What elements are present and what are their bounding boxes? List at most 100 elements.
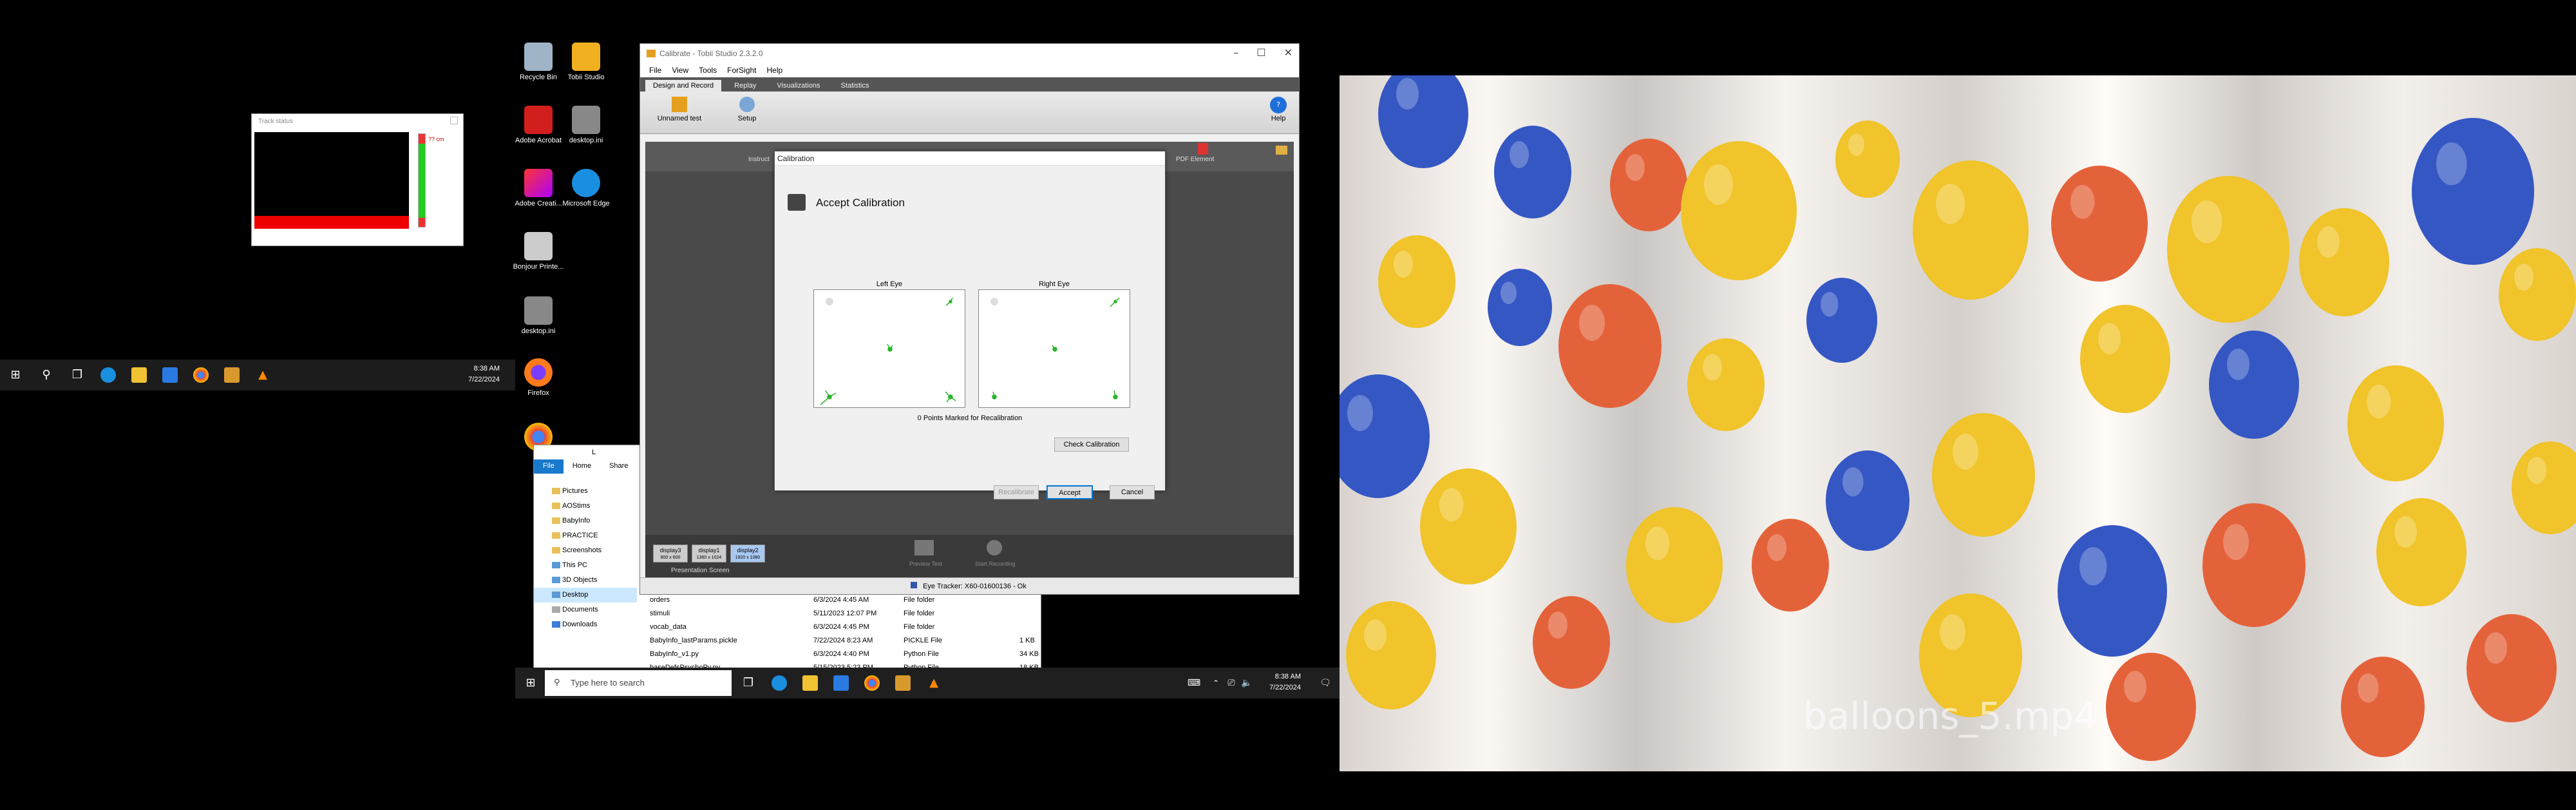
desktop-icon-recycle-bin[interactable]: Recycle Bin <box>513 43 564 82</box>
desktop-icon-creative-cloud[interactable]: Adobe Creati... <box>513 169 564 208</box>
menu-forsight[interactable]: ForSight <box>727 66 756 75</box>
accept-button[interactable]: Accept <box>1046 485 1093 499</box>
balloon <box>2058 525 2167 657</box>
tobii-taskbar-icon[interactable] <box>895 675 911 691</box>
lock-icon[interactable] <box>1276 146 1287 155</box>
nav-item-this-pc[interactable]: This PC <box>534 558 637 573</box>
pdf-element[interactable]: PDF Element <box>1176 156 1214 163</box>
minimize-icon[interactable]: – <box>1233 46 1238 59</box>
left-eye-label: Left Eye <box>876 280 903 288</box>
monitor-icon <box>788 194 806 211</box>
mail-icon[interactable] <box>833 675 849 691</box>
tab-replay[interactable]: Replay <box>726 80 764 92</box>
menu-help[interactable]: Help <box>767 66 783 75</box>
task-view-icon[interactable]: ❐ <box>70 367 85 383</box>
windows-start-icon[interactable]: ⊞ <box>8 367 23 383</box>
chrome-icon[interactable] <box>193 367 209 383</box>
balloon <box>1420 468 1517 584</box>
tab-share[interactable]: Share <box>600 459 637 474</box>
desktop-icon-edge[interactable]: Microsoft Edge <box>560 169 612 208</box>
nav-item-pictures[interactable]: Pictures <box>534 484 637 499</box>
tab-file[interactable]: File <box>534 459 564 474</box>
balloon <box>1687 338 1765 431</box>
edge-icon[interactable] <box>100 367 116 383</box>
tray-chevron-icon[interactable]: ⌃ <box>1208 675 1224 691</box>
desktop-icon-desktop-ini-2[interactable]: desktop.ini <box>513 296 564 336</box>
nav-item-3d-objects[interactable]: 3D Objects <box>534 573 637 588</box>
volume-icon[interactable]: 🔈 <box>1239 675 1255 691</box>
windows-start-icon[interactable]: ⊞ <box>523 675 538 691</box>
keyboard-icon[interactable]: ⌨ <box>1186 675 1202 691</box>
tab-visualizations[interactable]: Visualizations <box>769 80 828 92</box>
nav-item-downloads[interactable]: Downloads <box>534 617 637 632</box>
balloon <box>2512 441 2576 534</box>
task-view-icon[interactable]: ❐ <box>741 675 756 691</box>
preview-icon[interactable] <box>914 540 934 555</box>
search-placeholder: Type here to search <box>571 678 645 688</box>
search-icon[interactable]: ⚲ <box>39 367 54 383</box>
file-explorer-icon[interactable] <box>802 675 818 691</box>
desktop-icon-desktop-ini[interactable]: desktop.ini <box>560 106 612 145</box>
nav-item-documents[interactable]: Documents <box>534 603 637 617</box>
notifications-icon[interactable]: 🗨 <box>1318 675 1333 691</box>
display-thumb-1[interactable]: display3 800 x 600 <box>653 545 688 563</box>
vlc-icon[interactable]: ▲ <box>255 367 270 383</box>
help-button[interactable]: ? Help <box>1267 97 1290 122</box>
window-title-bar[interactable]: Calibrate - Tobii Studio 2.3.2.0 <box>640 44 1299 63</box>
setup-button[interactable]: Setup <box>734 97 760 122</box>
right-eye-calibration-points <box>990 297 1120 400</box>
start-recording-label[interactable]: Start Recording <box>975 561 1016 567</box>
network-icon[interactable]: ⎚ <box>1224 675 1239 691</box>
instruction-element[interactable]: Instruct <box>748 156 770 163</box>
mail-icon[interactable] <box>162 367 178 383</box>
nav-item-desktop[interactable]: Desktop <box>534 588 637 603</box>
balloon <box>1494 126 1571 218</box>
balloon <box>1346 601 1436 709</box>
close-icon[interactable] <box>450 117 458 124</box>
maximize-icon[interactable]: ☐ <box>1256 46 1265 59</box>
desktop-icon-firefox[interactable]: Firefox <box>513 358 564 398</box>
record-icon[interactable] <box>987 540 1002 555</box>
chrome-icon[interactable] <box>864 675 880 691</box>
tab-design-and-record[interactable]: Design and Record <box>645 80 722 92</box>
right-eye-plot[interactable] <box>978 289 1130 408</box>
nav-item-babyinfo[interactable]: BabyInfo <box>534 514 637 528</box>
file-row[interactable]: orders 6/3/2024 4:45 AM File folder <box>650 593 1041 607</box>
balloon <box>1932 413 2035 537</box>
menu-tools[interactable]: Tools <box>699 66 717 75</box>
desktop-icon-tobii-studio[interactable]: Tobii Studio <box>560 43 612 82</box>
tab-home[interactable]: Home <box>564 459 600 474</box>
desktop-icon-acrobat[interactable]: Adobe Acrobat <box>513 106 564 145</box>
tab-statistics[interactable]: Statistics <box>833 80 876 92</box>
tobii-taskbar-icon[interactable] <box>224 367 240 383</box>
desktop-icon-bonjour[interactable]: Bonjour Printe... <box>513 232 564 271</box>
menu-file[interactable]: File <box>649 66 661 75</box>
recalibrate-button[interactable]: Recalibrate <box>994 485 1039 499</box>
vlc-icon[interactable]: ▲ <box>926 675 942 691</box>
file-row[interactable]: BabyInfo_v1.py 6/3/2024 4:40 PM Python Fil… <box>650 648 1041 661</box>
file-row[interactable]: stimuli 5/11/2023 12:07 PM File folder <box>650 607 1041 621</box>
menu-view[interactable]: View <box>672 66 688 75</box>
clock[interactable]: 8:38 AM 7/22/2024 <box>1269 671 1301 693</box>
display-thumb-2[interactable]: display1 1360 x 1024 <box>692 545 726 563</box>
balloon <box>2106 653 2196 761</box>
close-icon[interactable]: ✕ <box>1284 46 1293 59</box>
file-explorer-icon[interactable] <box>131 367 147 383</box>
preview-test-label[interactable]: Preview Test <box>909 561 942 567</box>
test-icon <box>672 97 687 112</box>
file-row[interactable]: vocab_data 6/3/2024 4:45 PM File folder <box>650 621 1041 634</box>
nav-item-practice[interactable]: PRACTICE <box>534 528 637 543</box>
left-eye-plot[interactable] <box>813 289 965 408</box>
cancel-button[interactable]: Cancel <box>1110 485 1155 499</box>
file-row[interactable]: BabyInfo_lastParams.pickle 7/22/2024 8:23… <box>650 634 1041 648</box>
display-thumb-3[interactable]: display2 1920 x 1080 <box>730 545 765 563</box>
check-calibration-button[interactable]: Check Calibration <box>1054 438 1129 452</box>
unnamed-test-button[interactable]: Unnamed test <box>657 97 702 122</box>
search-box[interactable]: ⚲ Type here to search <box>545 670 732 696</box>
clock[interactable]: 8:38 AM 7/22/2024 <box>468 363 500 385</box>
recalibration-points-status: 0 Points Marked for Recalibration <box>917 414 1023 422</box>
edge-icon[interactable] <box>772 675 787 691</box>
balloon <box>1610 139 1687 231</box>
nav-item-aostims[interactable]: AOStims <box>534 499 637 514</box>
nav-item-screenshots[interactable]: Screenshots <box>534 543 637 558</box>
